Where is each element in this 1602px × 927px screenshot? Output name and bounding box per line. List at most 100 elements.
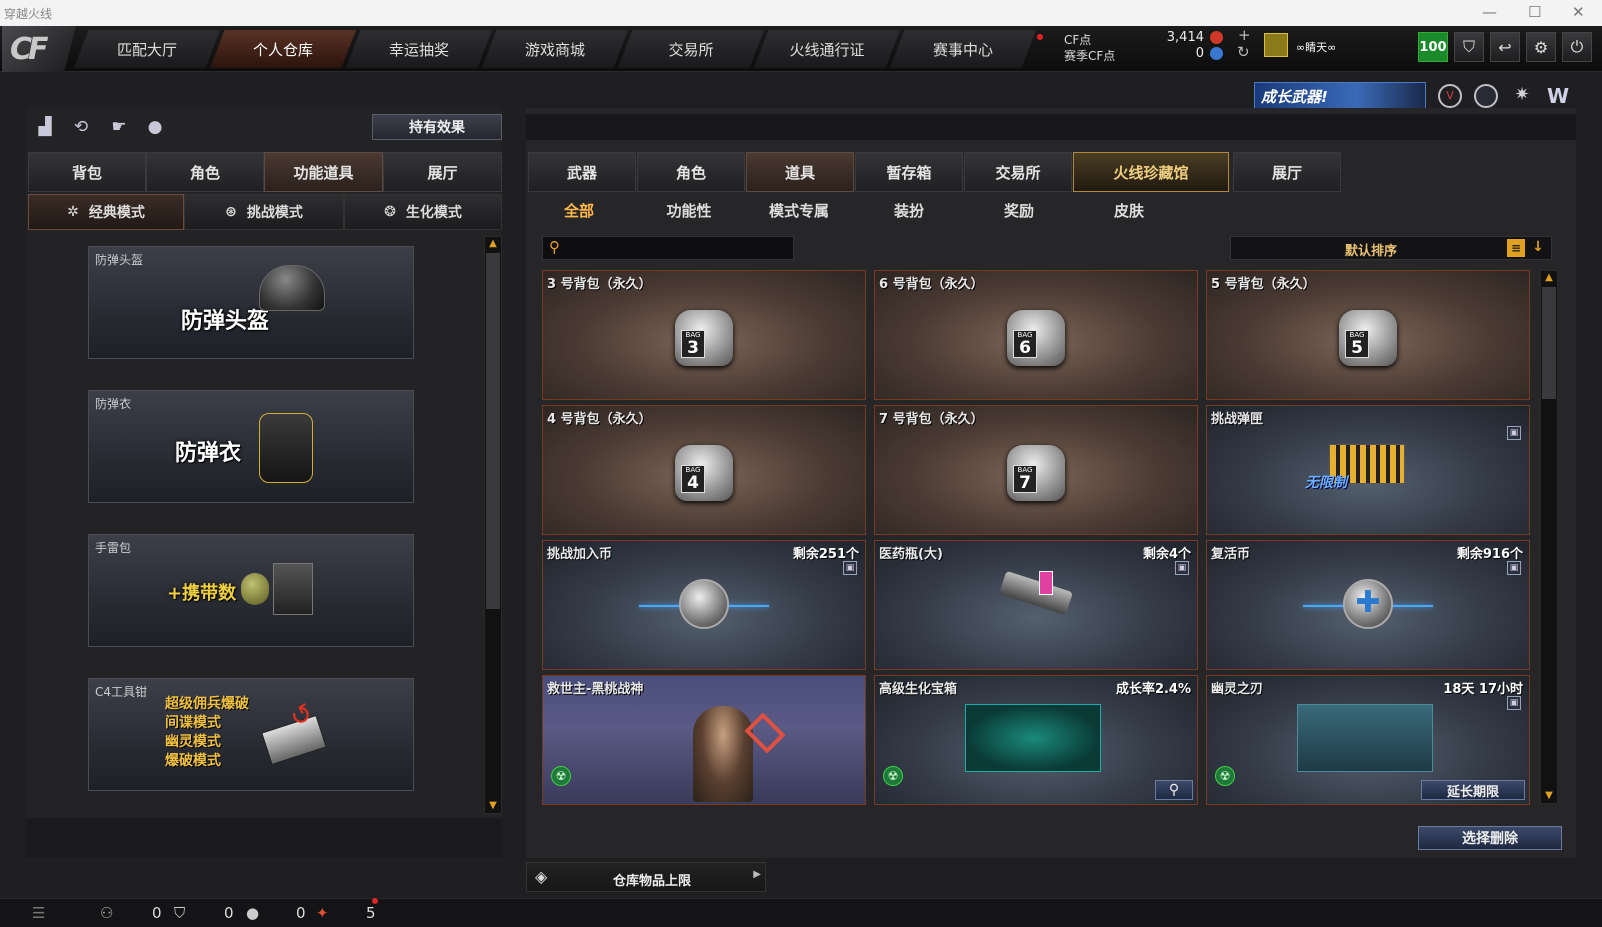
item-card-vest[interactable]: 防弹衣 防弹衣 (88, 390, 414, 503)
revive-cross-icon: ✚ (1343, 579, 1393, 629)
left-tab-showroom[interactable]: 展厅 (383, 152, 502, 192)
mode-challenge[interactable]: ⊛ 挑战模式 (184, 194, 344, 230)
hand-icon[interactable]: ☛ (108, 116, 130, 138)
item-card-advanced-zombie-chest[interactable]: 高级生化宝箱 成长率2.4% ☢ ⚲ (874, 675, 1198, 805)
delete-icon[interactable]: ▣ (1507, 561, 1521, 575)
item-card-medkit-large[interactable]: 医药瓶(大) 剩余4个 ▣ (874, 540, 1198, 670)
right-tab-exchange[interactable]: 交易所 (964, 152, 1072, 192)
item-card-c4-pliers[interactable]: C4工具钳 超级佣兵爆破 间谍模式 幽灵模式 爆破模式 ↺ (88, 678, 414, 791)
rank-icon[interactable] (1264, 33, 1288, 57)
grenade-icon[interactable]: ● (144, 116, 166, 138)
back-icon[interactable]: ↩ (1490, 32, 1520, 62)
nav-tab-exchange[interactable]: 交易所 (618, 30, 764, 68)
delete-icon[interactable]: ▣ (1507, 426, 1521, 440)
delete-icon[interactable]: ▣ (1175, 561, 1189, 575)
close-button[interactable]: ✕ (1572, 3, 1585, 21)
right-tab-character[interactable]: 角色 (637, 152, 745, 192)
preview-search-button[interactable]: ⚲ (1155, 780, 1193, 800)
nav-tab-match-lobby[interactable]: 匹配大厅 (74, 30, 220, 68)
left-scrollbar[interactable]: ▲ ▼ (484, 236, 502, 814)
promo-banner[interactable]: 成长武器! (1254, 82, 1426, 110)
mode-zombie[interactable]: ❂ 生化模式 (344, 194, 502, 230)
item-card-challenge-coin[interactable]: 挑战加入币 剩余251个 ▣ (542, 540, 866, 670)
subtab-dress-up[interactable]: 装扮 (854, 198, 964, 222)
item-card-bag-7[interactable]: 7 号背包（永久） BAG 7 (874, 405, 1198, 535)
shield-small-icon[interactable]: ⛉ (174, 904, 185, 922)
stats-icon[interactable]: ▟ (34, 116, 56, 138)
scroll-up-arrow[interactable]: ▲ (1541, 272, 1557, 283)
scroll-thumb[interactable] (486, 253, 500, 609)
user-name[interactable]: ∞睛天∞ (1296, 39, 1336, 55)
item-card-bag-4[interactable]: 4 号背包（永久） BAG 4 (542, 405, 866, 535)
storage-limit-label: 仓库物品上限 (613, 874, 692, 889)
power-icon[interactable]: ⏻ (1562, 32, 1592, 62)
level-badge[interactable]: 100 (1418, 32, 1448, 62)
gift-icon[interactable]: ✦ (316, 904, 329, 922)
item-card-revive-coin[interactable]: 复活币 剩余916个 ▣ ✚ (1206, 540, 1530, 670)
sort-dropdown[interactable]: 默认排序 ≡ ↓ (1230, 236, 1552, 260)
storage-limit-bar[interactable]: ◈ 仓库物品上限 ▶ (526, 862, 766, 892)
list-view-icon[interactable]: ≡ (1507, 239, 1525, 257)
scroll-down-arrow[interactable]: ▼ (1541, 790, 1557, 801)
mode-classic[interactable]: ✲ 经典模式 (28, 194, 184, 230)
extend-duration-button[interactable]: 延长期限 (1421, 780, 1525, 800)
search-icon: ⚲ (549, 238, 560, 256)
emblem-icon[interactable] (1474, 84, 1498, 108)
gear-icon[interactable]: ⚙ (1526, 32, 1556, 62)
subtab-functional[interactable]: 功能性 (634, 198, 744, 222)
scroll-thumb[interactable] (1542, 287, 1556, 399)
nav-tab-lucky-draw[interactable]: 幸运抽奖 (346, 30, 492, 68)
cf-logo[interactable]: CF (2, 26, 76, 72)
search-input[interactable] (569, 239, 789, 257)
item-card-bag-5[interactable]: 5 号背包（永久） BAG 5 (1206, 270, 1530, 400)
shield-icon[interactable]: ⛉ (1454, 32, 1484, 62)
backpack-icon: BAG 3 (675, 310, 733, 366)
nav-tab-events[interactable]: 赛事中心 (890, 30, 1036, 68)
subtab-all[interactable]: 全部 (524, 198, 634, 222)
left-tab-backpack[interactable]: 背包 (28, 152, 146, 192)
right-scrollbar[interactable]: ▲ ▼ (1540, 270, 1558, 804)
badge-v-icon[interactable]: V (1438, 84, 1462, 108)
sort-direction-icon[interactable]: ↓ (1529, 239, 1547, 257)
ghost-blade-icon (1297, 704, 1433, 772)
right-tab-weapons[interactable]: 武器 (528, 152, 636, 192)
right-tab-items[interactable]: 道具 (746, 152, 854, 192)
chat-icon[interactable]: ● (246, 904, 259, 922)
item-card-bag-6[interactable]: 6 号背包（永久） BAG 6 (874, 270, 1198, 400)
delete-icon[interactable]: ▣ (843, 561, 857, 575)
item-card-bag-3[interactable]: 3 号背包（永久） BAG 3 (542, 270, 866, 400)
left-tab-functional-items[interactable]: 功能道具 (264, 152, 383, 192)
right-tab-temp-box[interactable]: 暂存箱 (855, 152, 963, 192)
item-card-ghost-blade[interactable]: 幽灵之刃 18天 17小时 ▣ ☢ 延长期限 (1206, 675, 1530, 805)
right-tab-showroom[interactable]: 展厅 (1233, 152, 1341, 192)
zombie-mode-icon: ☢ (551, 766, 571, 786)
nav-tab-personal-storage[interactable]: 个人仓库 (210, 30, 356, 68)
subtab-rewards[interactable]: 奖励 (964, 198, 1074, 222)
minimize-button[interactable]: — (1482, 3, 1497, 21)
select-delete-button[interactable]: 选择删除 (1418, 826, 1562, 850)
binoculars-icon[interactable]: ⚇ (100, 904, 113, 922)
delete-icon[interactable]: ▣ (1507, 696, 1521, 710)
w-emblem-icon[interactable]: W (1546, 84, 1570, 108)
item-card-savior-spade-god[interactable]: 救世主-黑桃战神 ☢ (542, 675, 866, 805)
subtab-mode-exclusive[interactable]: 模式专属 (744, 198, 854, 222)
holding-effects-button[interactable]: 持有效果 (372, 114, 502, 140)
scroll-up-arrow[interactable]: ▲ (485, 238, 501, 249)
refresh-icon[interactable]: ↻ (1237, 43, 1250, 61)
maximize-button[interactable]: ☐ (1528, 3, 1541, 21)
item-card-grenade-pack[interactable]: 手雷包 +携带数 (88, 534, 414, 647)
menu-list-icon[interactable]: ☰ (32, 904, 45, 922)
item-card-challenge-magazine[interactable]: 挑战弹匣 ▣ 无限制 (1206, 405, 1530, 535)
subtab-skins[interactable]: 皮肤 (1074, 198, 1184, 222)
wing-icon[interactable]: ✷ (1510, 84, 1534, 108)
nav-tab-battle-pass[interactable]: 火线通行证 (754, 30, 900, 68)
item-search-box[interactable]: ⚲ (542, 236, 794, 260)
expand-arrow-icon[interactable]: ▶ (753, 869, 761, 880)
item-card-helmet[interactable]: 防弹头盔 防弹头盔 (88, 246, 414, 359)
refresh-circle-icon[interactable]: ⟲ (70, 116, 92, 138)
right-tab-collection[interactable]: 火线珍藏馆 (1073, 152, 1229, 192)
add-cf-button[interactable]: + (1238, 26, 1251, 44)
nav-tab-game-mall[interactable]: 游戏商城 (482, 30, 628, 68)
scroll-down-arrow[interactable]: ▼ (485, 800, 501, 811)
left-tab-character[interactable]: 角色 (146, 152, 264, 192)
